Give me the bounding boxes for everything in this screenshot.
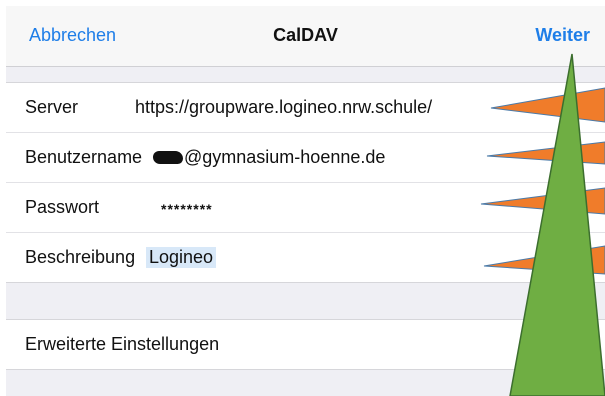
account-form: Server https://groupware.logineo.nrw.sch…: [6, 82, 605, 283]
username-field[interactable]: @gymnasium-hoenne.de: [153, 147, 385, 168]
advanced-settings-label: Erweiterte Einstellungen: [25, 334, 220, 354]
password-row[interactable]: Passwort ********: [6, 183, 605, 233]
advanced-group: Erweiterte Einstellungen: [6, 319, 605, 370]
description-row[interactable]: Beschreibung Logineo: [6, 233, 605, 282]
server-row[interactable]: Server https://groupware.logineo.nrw.sch…: [6, 83, 605, 133]
description-label: Beschreibung: [25, 247, 136, 267]
username-domain: @gymnasium-hoenne.de: [184, 147, 386, 167]
caldav-dialog: Abbrechen CalDAV Weiter Server https://g…: [6, 6, 605, 396]
server-field[interactable]: https://groupware.logineo.nrw.schule/: [135, 97, 432, 118]
server-label: Server: [25, 97, 79, 117]
page-title: CalDAV: [273, 25, 338, 45]
navigation-bar: Abbrechen CalDAV Weiter: [6, 6, 605, 67]
advanced-settings-row[interactable]: Erweiterte Einstellungen: [6, 320, 605, 369]
username-label: Benutzername: [25, 147, 143, 167]
password-field[interactable]: ********: [161, 201, 213, 217]
redaction-scribble: [153, 151, 183, 164]
username-row[interactable]: Benutzername @gymnasium-hoenne.de: [6, 133, 605, 183]
password-label: Passwort: [25, 197, 100, 217]
next-button[interactable]: Weiter: [535, 25, 590, 46]
description-field[interactable]: Logineo: [146, 247, 217, 268]
